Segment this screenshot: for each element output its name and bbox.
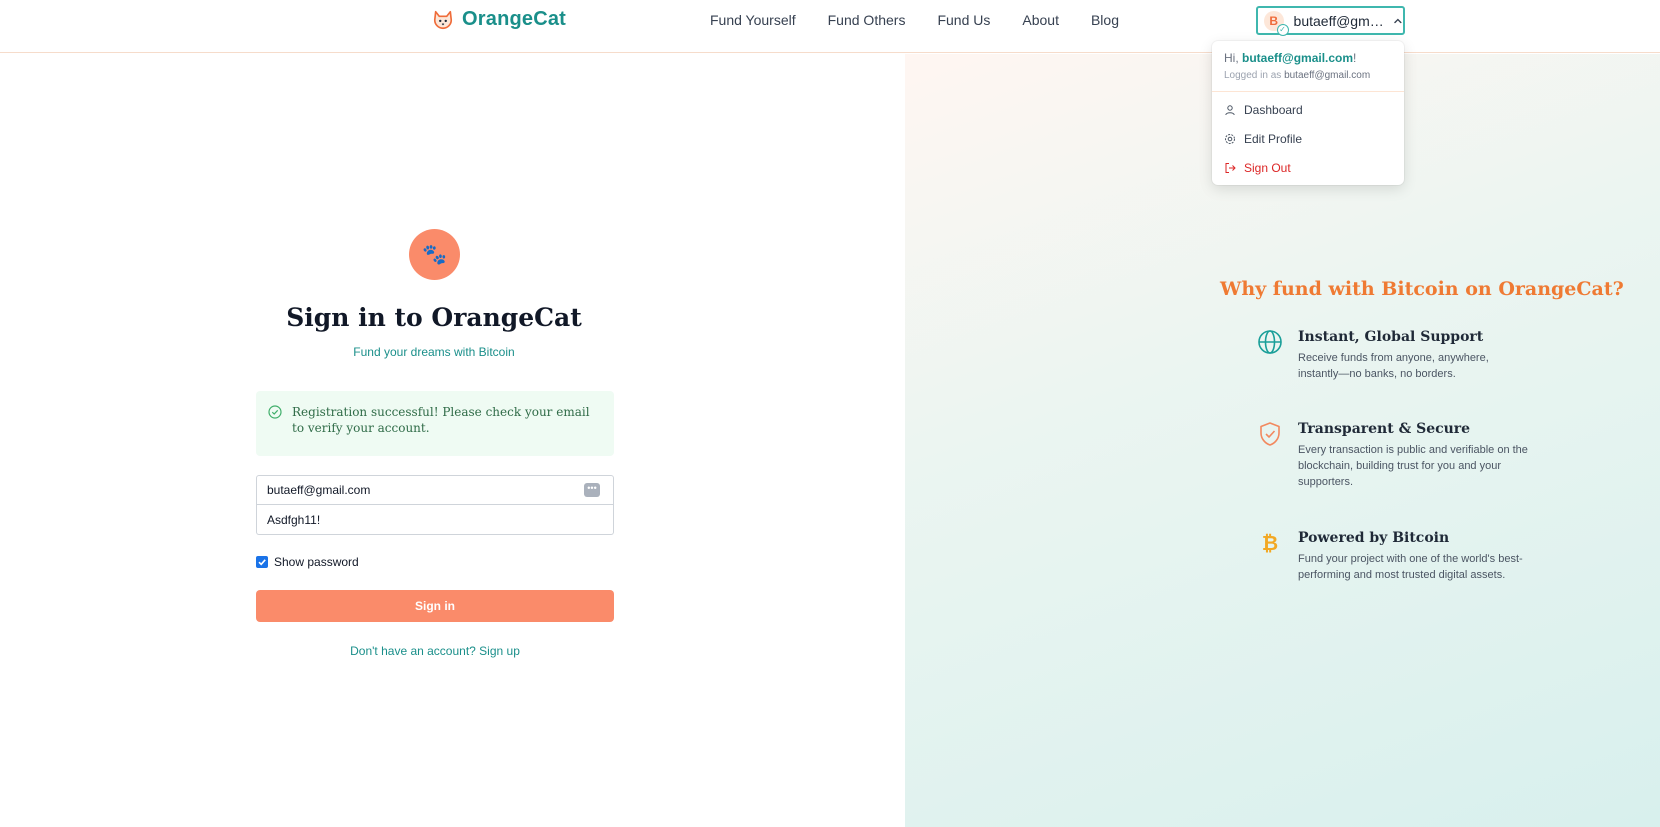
password-input[interactable] (267, 512, 567, 527)
show-password-checkbox[interactable] (256, 556, 268, 568)
user-icon (1225, 105, 1235, 116)
nav-fund-us[interactable]: Fund Us (937, 12, 990, 28)
checkmark-icon (258, 559, 266, 566)
check-circle-icon (268, 405, 282, 419)
brand-name: OrangeCat (462, 8, 567, 30)
chevron-up-icon (1394, 18, 1402, 23)
show-password-toggle[interactable]: Show password (256, 555, 359, 569)
verified-badge-icon: ✓ (1276, 23, 1289, 36)
svg-text:₿: ₿ (1262, 531, 1278, 555)
alert-message: Registration successful! Please check yo… (292, 405, 590, 435)
dropdown-item-label: Edit Profile (1244, 132, 1303, 146)
dropdown-item-label: Dashboard (1244, 103, 1303, 117)
user-display-name: butaeff@gma... (1293, 12, 1388, 29)
globe-icon (1258, 330, 1282, 354)
feature-description: Every transaction is public and verifiab… (1298, 444, 1528, 488)
show-password-label: Show password (274, 555, 359, 569)
avatar-initial: B (1269, 13, 1279, 28)
dropdown-item-dashboard[interactable]: Dashboard (1224, 103, 1303, 117)
sign-up-link[interactable]: Don't have an account? Sign up (256, 644, 614, 658)
main-nav: Fund Yourself Fund Others Fund Us About … (710, 12, 1151, 28)
sign-out-icon (1225, 163, 1236, 173)
feature-description: Receive funds from anyone, anywhere, ins… (1298, 352, 1489, 380)
shield-check-icon (1260, 422, 1280, 446)
feature-title: Transparent & Secure (1298, 421, 1471, 437)
feature-title: Powered by Bitcoin (1298, 530, 1450, 546)
dropdown-item-sign-out[interactable]: Sign Out (1224, 161, 1291, 175)
top-navbar: OrangeCat Fund Yourself Fund Others Fund… (0, 0, 1660, 53)
nav-blog[interactable]: Blog (1091, 12, 1119, 28)
brand-link[interactable]: OrangeCat (432, 8, 566, 31)
success-alert: Registration successful! Please check yo… (256, 391, 614, 456)
benefits-title: Why fund with Bitcoin on OrangeCat? (1220, 278, 1624, 300)
nav-fund-others[interactable]: Fund Others (828, 12, 906, 28)
user-menu-button[interactable]: B ✓ butaeff@gma... (1256, 6, 1405, 36)
gear-icon (1225, 134, 1235, 144)
feature-description: Fund your project with one of the world'… (1298, 553, 1523, 581)
dropdown-logged-in-as: Logged in as butaeff@gmail.com (1224, 70, 1371, 81)
paw-logo: 🐾 (409, 229, 460, 280)
email-input[interactable] (267, 483, 567, 497)
user-dropdown-menu: Hi, butaeff@gmail.com! Logged in as buta… (1212, 41, 1404, 185)
cat-logo-icon (433, 10, 453, 29)
password-field[interactable] (256, 505, 614, 535)
page-subtitle: Fund your dreams with Bitcoin (353, 345, 515, 359)
dropdown-greeting: Hi, butaeff@gmail.com! (1224, 51, 1357, 65)
avatar: B ✓ (1264, 10, 1289, 36)
password-manager-icon[interactable]: ••• (584, 483, 600, 497)
sign-in-button[interactable]: Sign in (256, 590, 614, 622)
dropdown-divider (1212, 91, 1404, 92)
nav-fund-yourself[interactable]: Fund Yourself (710, 12, 796, 28)
dropdown-item-label: Sign Out (1244, 161, 1291, 175)
feature-title: Instant, Global Support (1298, 329, 1484, 345)
bitcoin-icon: ₿ (1262, 531, 1278, 555)
nav-about[interactable]: About (1022, 12, 1059, 28)
page-title: Sign in to OrangeCat (286, 303, 582, 332)
email-field[interactable]: ••• (256, 475, 614, 505)
paw-icon: 🐾 (422, 244, 447, 266)
dropdown-item-edit-profile[interactable]: Edit Profile (1224, 132, 1302, 146)
